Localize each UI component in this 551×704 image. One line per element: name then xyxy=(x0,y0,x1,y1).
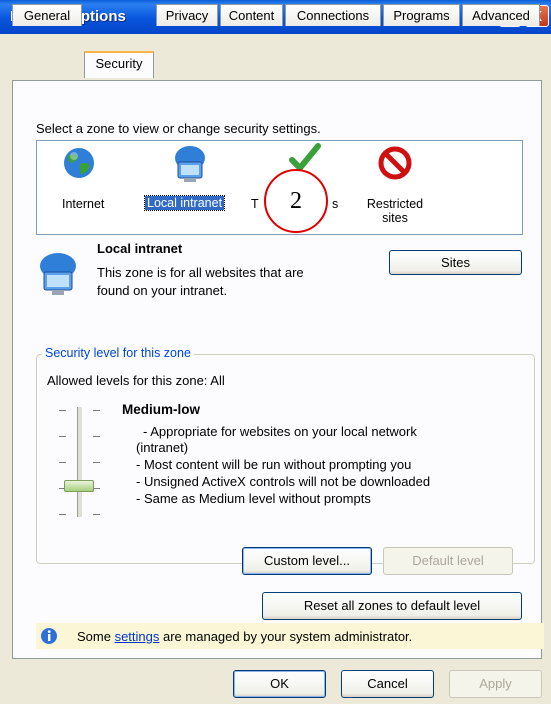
zone-label-internet[interactable]: Internet xyxy=(62,197,104,211)
tab-advanced[interactable]: Advanced xyxy=(462,4,540,26)
level-name: Medium-low xyxy=(122,402,200,417)
slider-thumb[interactable] xyxy=(64,480,94,492)
zone-label-local-intranet[interactable]: Local intranet xyxy=(143,195,226,211)
reset-all-zones-button[interactable]: Reset all zones to default level xyxy=(262,592,522,620)
zone-info-line2: found on your intranet. xyxy=(97,283,228,298)
security-level-slider[interactable] xyxy=(77,407,83,517)
zone-item-local-intranet[interactable] xyxy=(170,144,210,187)
sites-button[interactable]: Sites xyxy=(389,250,522,275)
slider-tick xyxy=(59,436,66,437)
zone-item-internet[interactable] xyxy=(62,146,96,183)
zone-label-trusted-suffix: s xyxy=(332,197,339,211)
intranet-computer-icon xyxy=(175,146,205,182)
level-desc-line: - Unsigned ActiveX controls will not be … xyxy=(136,474,431,489)
zone-info-line1: This zone is for all websites that are xyxy=(97,265,304,280)
zone-info-title: Local intranet xyxy=(97,241,183,256)
slider-tick xyxy=(59,410,66,411)
slider-tick xyxy=(93,462,100,463)
admin-info-suffix: are managed by your system administrator… xyxy=(159,629,413,644)
slider-tick xyxy=(93,410,100,411)
admin-info-prefix: Some xyxy=(77,629,115,644)
intranet-computer-icon xyxy=(40,253,76,295)
tab-general[interactable]: General xyxy=(12,4,82,26)
zone-item-restricted[interactable] xyxy=(378,146,412,183)
annotation-marker: 2 xyxy=(264,169,328,233)
slider-tick xyxy=(93,436,100,437)
slider-tick xyxy=(59,462,66,463)
zone-label-restricted[interactable]: Restricted sites xyxy=(360,197,430,225)
slider-tick xyxy=(59,514,66,515)
internet-options-window: Internet Options ? X General Security Pr… xyxy=(0,0,551,704)
custom-level-button[interactable]: Custom level... xyxy=(242,547,372,575)
tab-connections[interactable]: Connections xyxy=(285,4,381,26)
apply-button[interactable]: Apply xyxy=(449,670,542,698)
ok-button[interactable]: OK xyxy=(233,670,326,698)
allowed-levels-label: Allowed levels for this zone: All xyxy=(47,373,225,388)
settings-link[interactable]: settings xyxy=(115,629,160,644)
slider-tick xyxy=(93,488,100,489)
globe-icon xyxy=(64,148,94,178)
zone-label-restricted-line1: Restricted xyxy=(366,197,424,211)
tab-security[interactable]: Security xyxy=(84,51,154,78)
tab-privacy[interactable]: Privacy xyxy=(156,4,218,26)
zone-label-trusted[interactable]: T xyxy=(251,197,259,211)
zone-prompt: Select a zone to view or change security… xyxy=(36,121,321,136)
default-level-button[interactable]: Default level xyxy=(383,547,513,575)
tab-content[interactable]: Content xyxy=(220,4,283,26)
security-level-group-title: Security level for this zone xyxy=(42,346,194,360)
info-icon xyxy=(40,627,58,648)
cancel-button[interactable]: Cancel xyxy=(341,670,434,698)
admin-info-text: Some settings are managed by your system… xyxy=(77,629,412,644)
zone-info-icon xyxy=(36,252,80,303)
level-desc-line: (intranet) xyxy=(136,440,189,455)
slider-tick xyxy=(93,514,100,515)
info-icon-shape xyxy=(41,628,57,644)
tab-programs[interactable]: Programs xyxy=(383,4,460,26)
no-entry-icon xyxy=(378,146,412,180)
level-desc-line: - Appropriate for websites on your local… xyxy=(143,424,417,439)
level-desc-line: - Most content will be run without promp… xyxy=(136,457,412,472)
level-desc-line: - Same as Medium level without prompts xyxy=(136,491,371,506)
zone-label-restricted-line2: sites xyxy=(382,211,408,225)
